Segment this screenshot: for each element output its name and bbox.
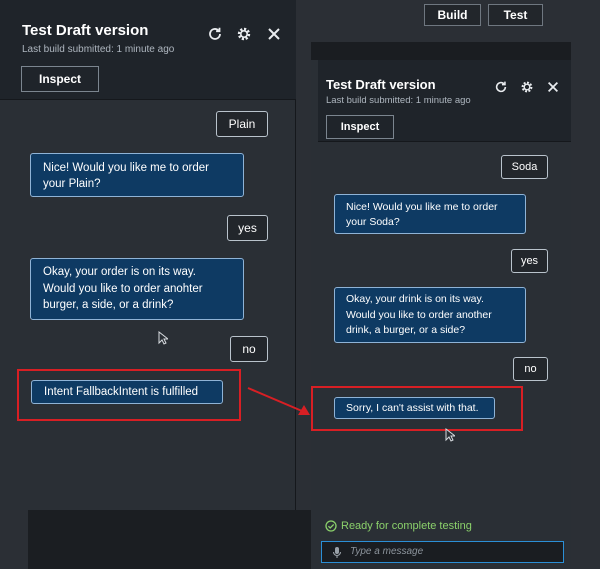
test-button[interactable]: Test [488,4,543,26]
status-text: Ready for complete testing [341,520,472,532]
arrow-connector [247,387,310,415]
panel-subtitle: Last build submitted: 1 minute ago [22,44,175,55]
panel-title: Test Draft version [22,22,149,39]
gear-icon[interactable] [519,80,535,96]
microphone-icon[interactable] [332,546,344,560]
bot-message-line: Nice! Would you like me to order [346,201,498,213]
panel-title: Test Draft version [326,77,436,92]
bot-message-line: Would you like to order another [346,308,492,321]
bot-message-bubble: Sorry, I can't assist with that. [334,397,495,419]
footer-dark-area [28,510,311,569]
bot-message-line: your Soda? [346,216,400,228]
close-icon[interactable] [265,26,283,44]
bot-message-line: drink, a burger, or a side? [346,324,466,336]
user-message-bubble: Plain [216,111,268,137]
panel-subtitle: Last build submitted: 1 minute ago [326,95,471,106]
bot-message-line: Okay, your drink is on its way. [346,293,484,305]
mouse-cursor-icon [158,330,170,345]
bot-message-line: Nice! Would you like me to order [43,162,209,174]
message-input-placeholder: Type a message [350,546,424,557]
bot-message-bubble: Nice! Would you like me to order your Pl… [30,153,244,197]
bot-message-line: Would you like to order anohter [43,282,203,295]
inspect-button[interactable]: Inspect [21,66,99,92]
user-message-bubble: yes [227,215,268,241]
user-message-bubble: Soda [501,155,548,179]
bot-message-bubble: Okay, your order is on its way. Would yo… [30,258,244,320]
inspect-button[interactable]: Inspect [326,115,394,139]
bot-message-line: Okay, your order is on its way. [43,266,196,278]
refresh-icon[interactable] [206,26,224,44]
message-input[interactable]: Type a message [321,541,564,563]
user-message-bubble: no [513,357,548,381]
user-message-bubble: yes [511,249,548,273]
bot-message-line: Intent FallbackIntent is fulfilled [44,386,199,398]
bot-message-line: Sorry, I can't assist with that. [346,402,479,414]
bot-message-bubble: Nice! Would you like me to order your So… [334,194,526,234]
check-circle-icon [325,519,339,533]
user-message-bubble: no [230,336,268,362]
close-icon[interactable] [545,80,561,96]
gear-icon[interactable] [235,26,253,44]
refresh-icon[interactable] [493,80,509,96]
mouse-cursor-icon [445,427,457,442]
bot-message-bubble: Okay, your drink is on its way. Would yo… [334,287,526,343]
bot-message-bubble: Intent FallbackIntent is fulfilled [31,380,223,404]
build-button[interactable]: Build [424,4,481,26]
bot-message-line: burger, a side, or a drink? [43,299,174,311]
panel-top-strip [311,42,571,60]
bot-message-line: your Plain? [43,178,101,190]
